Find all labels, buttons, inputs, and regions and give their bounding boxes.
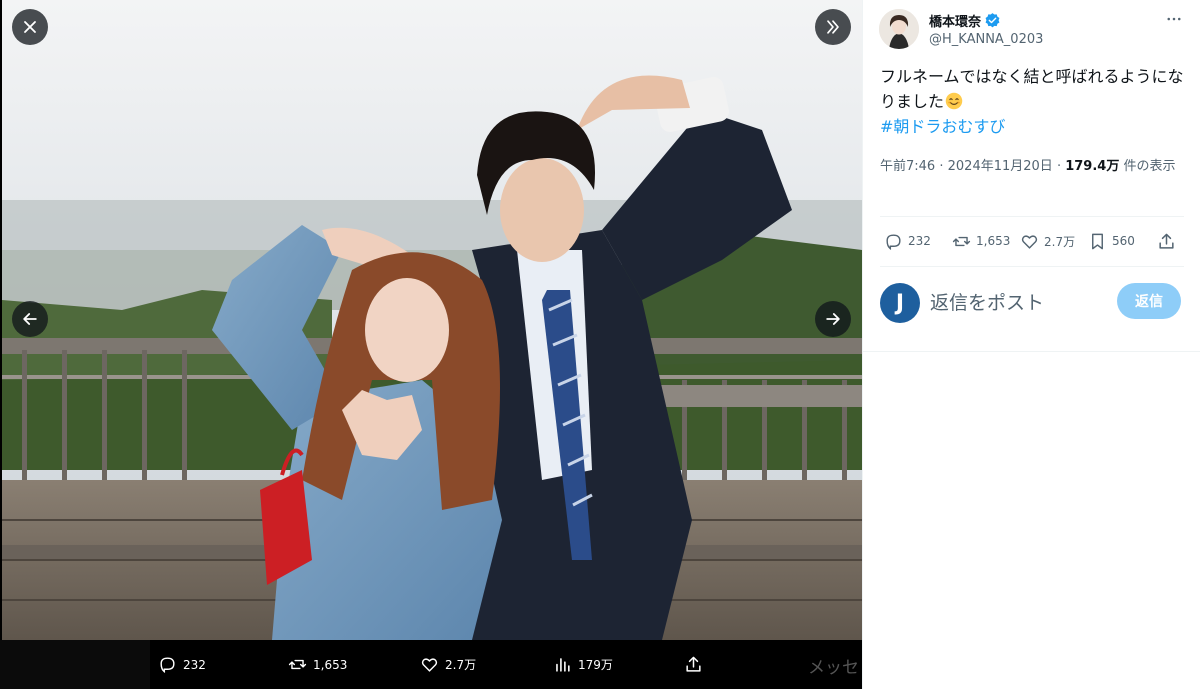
viewer-repost-count: 1,653 [313, 657, 348, 672]
author-avatar[interactable] [879, 9, 919, 49]
reply-input[interactable]: 返信をポスト [930, 288, 1100, 316]
arrow-right-icon [826, 313, 840, 325]
reply-icon [160, 657, 175, 674]
author-handle[interactable]: @H_KANNA_0203 [929, 32, 1043, 47]
like-button[interactable]: 2.7万 [1020, 226, 1075, 256]
post-detail-panel: 橋本環奈 @H_KANNA_0203 フルネームではなく結と呼ばれるようになりま… [863, 0, 1200, 352]
post-photo[interactable] [2, 0, 862, 640]
viewer-views-button[interactable]: 179万 [553, 640, 613, 689]
author-name-line: 橋本環奈 [929, 11, 1001, 30]
verified-badge-icon [984, 12, 1001, 29]
viewer-like-button[interactable]: 2.7万 [420, 640, 476, 689]
previous-media-button[interactable] [12, 301, 48, 337]
post-body-text: フルネームではなく結と呼ばれるようになりました [880, 67, 1184, 111]
viewer-repost-button[interactable]: 1,653 [288, 640, 347, 689]
bookmark-count: 560 [1112, 234, 1135, 248]
post-time[interactable]: 午前7:46 [880, 159, 935, 174]
repost-icon [288, 659, 307, 670]
post-meta: 午前7:46 · 2024年11月20日 · 179.4万 件の表示 [880, 155, 1190, 178]
divider-top [880, 216, 1184, 217]
close-icon [24, 21, 36, 33]
share-icon [686, 656, 701, 672]
expand-panel-button[interactable] [815, 9, 851, 45]
heart-icon [421, 658, 438, 672]
share-button[interactable] [1157, 226, 1176, 256]
post-views-suffix: 件の表示 [1123, 159, 1176, 174]
smiling-face-emoji-icon [945, 92, 963, 110]
post-views-count: 179.4万 [1065, 159, 1120, 174]
like-count: 2.7万 [1044, 234, 1076, 249]
author-avatar-image [879, 9, 919, 49]
post-date[interactable]: 2024年11月20日 [948, 159, 1053, 174]
reply-submit-button[interactable]: 返信 [1117, 283, 1181, 319]
meta-separator-2: · [1056, 159, 1062, 174]
viewer-views-count: 179万 [578, 658, 613, 672]
viewer-share-button[interactable] [684, 640, 703, 689]
post-text: フルネームではなく結と呼ばれるようになりました [880, 64, 1185, 114]
viewer-reply-count: 232 [183, 657, 206, 672]
repost-button[interactable]: 1,653 [952, 226, 1010, 256]
viewer-like-count: 2.7万 [445, 658, 477, 672]
current-user-avatar[interactable]: J [880, 283, 920, 323]
meta-separator: · [939, 159, 944, 174]
background-messages-label: メッセ [808, 658, 859, 678]
current-user-initial: J [895, 290, 905, 316]
close-viewer-button[interactable] [12, 9, 48, 45]
bookmark-button[interactable]: 560 [1088, 226, 1135, 256]
viewer-action-bar: 232 1,653 2.7万 179万 [0, 640, 862, 689]
media-viewer: 232 1,653 2.7万 179万 メッセ [0, 0, 862, 689]
reply-icon [886, 233, 901, 250]
views-bar-chart-icon [556, 658, 570, 672]
hashtag-link[interactable]: #朝ドラおむすび [880, 114, 1005, 139]
heart-icon [1021, 234, 1038, 249]
arrow-left-icon [23, 313, 37, 325]
repost-icon [952, 236, 971, 246]
post-actions: 232 1,653 2.7万 560 [880, 226, 1184, 256]
more-options-button[interactable] [1163, 8, 1185, 30]
bookmark-icon [1092, 233, 1103, 249]
share-icon [1159, 233, 1174, 249]
reply-button[interactable]: 232 [884, 226, 931, 256]
author-name[interactable]: 橋本環奈 [929, 11, 981, 30]
repost-count: 1,653 [976, 234, 1011, 248]
viewer-bar-shade [0, 640, 150, 689]
photo-illustration [2, 0, 862, 640]
reply-count: 232 [908, 234, 931, 248]
next-media-button[interactable] [815, 301, 851, 337]
divider-bottom [880, 266, 1184, 267]
viewer-reply-button[interactable]: 232 [158, 640, 206, 689]
panel-empty-area [863, 353, 1200, 689]
chevrons-right-icon [827, 20, 839, 34]
more-horizontal-icon [1167, 17, 1181, 21]
